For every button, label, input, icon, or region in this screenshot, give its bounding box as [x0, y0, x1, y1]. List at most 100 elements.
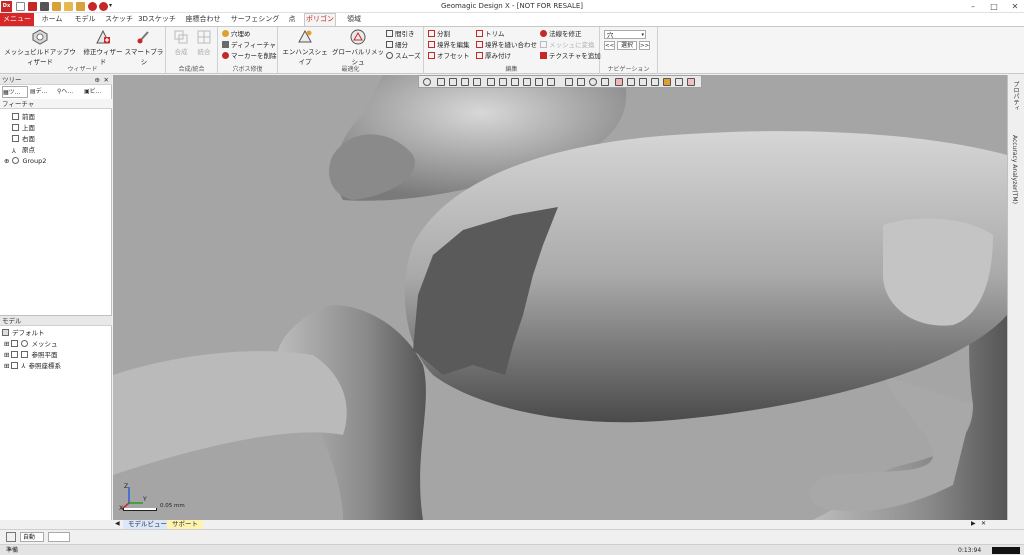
tab-view[interactable]: ▣ビ... [84, 86, 110, 98]
mesh-buildup-wizard-button[interactable]: メッシュビルドアップウィザード [2, 29, 78, 66]
smooth-button[interactable]: スムーズ [386, 51, 421, 61]
model-item-default[interactable]: デフォルト [2, 328, 45, 338]
mode-dropdown[interactable]: 自動 [20, 532, 44, 542]
smart-brush-button[interactable]: スマートブラシ [124, 29, 164, 66]
maximize-button[interactable]: □ [987, 1, 1001, 12]
enhance-shape-button[interactable]: エンハンスシェイプ [280, 29, 330, 66]
zoom-icon[interactable] [449, 78, 457, 86]
previous-button[interactable]: << [604, 41, 615, 50]
tab-nav-left-icon[interactable]: ◀ [115, 520, 120, 527]
model-item-ref-coord[interactable]: ⊞ ⅄ 参照座標系 [4, 361, 61, 371]
tree-item-origin[interactable]: ⅄ 原点 [12, 145, 35, 155]
model-panel: モデル デフォルト ⊞ メッシュ ⊞ 参照平面 ⊞ ⅄ 参照座標系 [0, 315, 112, 520]
visibility-icon[interactable] [675, 78, 683, 86]
top-view-icon[interactable] [511, 78, 519, 86]
visibility-checkbox-icon[interactable] [11, 351, 19, 358]
tab-region[interactable]: 領域 [340, 13, 368, 26]
selection-filter-icon[interactable] [6, 532, 16, 542]
tab-nav-right-icon[interactable]: ▶ [971, 520, 976, 527]
tree-item-group2[interactable]: ⊕ Group2 [4, 156, 46, 166]
tab-sketch[interactable]: スケッチ [103, 13, 135, 26]
view-mode-dropdown[interactable] [48, 532, 70, 542]
expand-icon[interactable]: ⊞ [4, 351, 9, 359]
rectangle-select-icon[interactable] [577, 78, 585, 86]
measure-icon[interactable] [547, 78, 555, 86]
merge-button[interactable]: 統合 [193, 29, 215, 56]
tab-display[interactable]: ▤デ... [30, 86, 56, 98]
extend-select-icon[interactable] [651, 78, 659, 86]
tab-properties[interactable]: プロパティ [1011, 81, 1020, 111]
brush-select-icon[interactable] [615, 78, 623, 86]
model-item-mesh[interactable]: ⊞ メッシュ [4, 339, 57, 349]
expand-icon[interactable]: ⊞ [4, 362, 9, 370]
tab-menu[interactable]: メニュー [0, 13, 34, 26]
convert-to-mesh-button[interactable]: メッシュに変換 [540, 40, 595, 50]
visibility-checkbox-icon[interactable] [11, 362, 19, 369]
edit-boundary-button[interactable]: 境界を編集 [428, 40, 470, 50]
tab-home[interactable]: ホーム [36, 13, 68, 26]
close-button[interactable]: ✕ [1008, 1, 1022, 12]
combine-button[interactable]: 合成 [170, 29, 192, 56]
section-view-icon[interactable] [535, 78, 543, 86]
line-select-icon[interactable] [565, 78, 573, 86]
front-view-icon[interactable] [499, 78, 507, 86]
next-button[interactable]: >> [639, 41, 650, 50]
stitch-boundary-button[interactable]: 境界を縫い合わせ [476, 40, 537, 50]
decimate-button[interactable]: 間引き [386, 29, 415, 39]
model-item-ref-plane[interactable]: ⊞ 参照平面 [4, 350, 57, 360]
fill-holes-button[interactable]: 穴埋め [222, 29, 251, 39]
expand-icon[interactable]: ⊞ [4, 340, 9, 348]
healing-wizard-button[interactable]: 修正ウィザード [82, 29, 124, 66]
navigation-dropdown[interactable]: 穴 ▾ [604, 30, 646, 39]
tab-model-view[interactable]: モデルビュー [123, 520, 172, 529]
fix-normals-button[interactable]: 法線を修正 [540, 29, 582, 39]
tree-item-right-plane[interactable]: 右面 [12, 134, 35, 144]
tab-3d-sketch[interactable]: 3Dスケッチ [138, 13, 176, 26]
tab-polygon[interactable]: ポリゴン [304, 13, 336, 26]
display-mode-icon[interactable] [687, 78, 695, 86]
minimize-button[interactable]: – [966, 1, 980, 12]
visibility-checkbox-icon[interactable] [11, 340, 19, 347]
expand-icon[interactable]: ⊕ [4, 157, 9, 165]
tree-item-front-plane[interactable]: 前面 [12, 112, 35, 122]
thicken-button[interactable]: 厚み付け [476, 51, 511, 61]
subdivide-button[interactable]: 細分 [386, 40, 408, 50]
tab-tree[interactable]: ▦ツ... [2, 86, 28, 98]
tab-accuracy-analyzer[interactable]: Accuracy Analyzer(TM) [1011, 135, 1018, 204]
tab-help[interactable]: ⚲ヘ... [57, 86, 83, 98]
tab-model[interactable]: モデル [70, 13, 100, 26]
tree-item-top-plane[interactable]: 上面 [12, 123, 35, 133]
add-texture-button[interactable]: テクスチャを追加 [540, 51, 601, 61]
offset-button[interactable]: オフセット [428, 51, 470, 61]
axis-z-label: Z [124, 483, 128, 490]
rotate-icon[interactable] [473, 78, 481, 86]
circle-select-icon[interactable] [589, 78, 597, 86]
tab-close-icon[interactable]: ✕ [981, 520, 986, 527]
pin-icon[interactable]: ⊕ [95, 75, 100, 85]
pan-icon[interactable] [461, 78, 469, 86]
tree-item-label: 上面 [22, 124, 35, 132]
tab-display-label: デ... [35, 88, 48, 95]
tab-point[interactable]: 点 [283, 13, 301, 26]
tab-alignment[interactable]: 座標合わせ [180, 13, 226, 26]
trim-button[interactable]: トリム [476, 29, 505, 39]
remove-markers-button[interactable]: マーカーを削除 [222, 51, 277, 61]
lasso-select-icon[interactable] [627, 78, 635, 86]
view-orientation-icon[interactable] [423, 78, 431, 86]
view-cube-icon[interactable] [487, 78, 495, 86]
tab-support[interactable]: サポート [167, 520, 203, 529]
split-button[interactable]: 分割 [428, 29, 450, 39]
3d-viewport[interactable]: Z Y X 0.05 mm [113, 75, 1007, 520]
select-button[interactable]: 選択 [617, 41, 637, 50]
fit-view-icon[interactable] [437, 78, 445, 86]
tab-surfacing[interactable]: サーフェシング [230, 13, 280, 26]
polygon-select-icon[interactable] [601, 78, 609, 86]
paint-brush-icon[interactable] [639, 78, 647, 86]
global-remesh-button[interactable]: グローバルリメッシュ [332, 29, 384, 66]
panel-close-icon[interactable]: ✕ [104, 75, 109, 85]
select-through-icon[interactable] [663, 78, 671, 86]
right-view-icon[interactable] [523, 78, 531, 86]
chevron-down-icon: ▾ [641, 32, 644, 38]
group-wizard-label: ウィザード [67, 66, 98, 73]
defeature-button[interactable]: ディフィーチャ [222, 40, 276, 50]
